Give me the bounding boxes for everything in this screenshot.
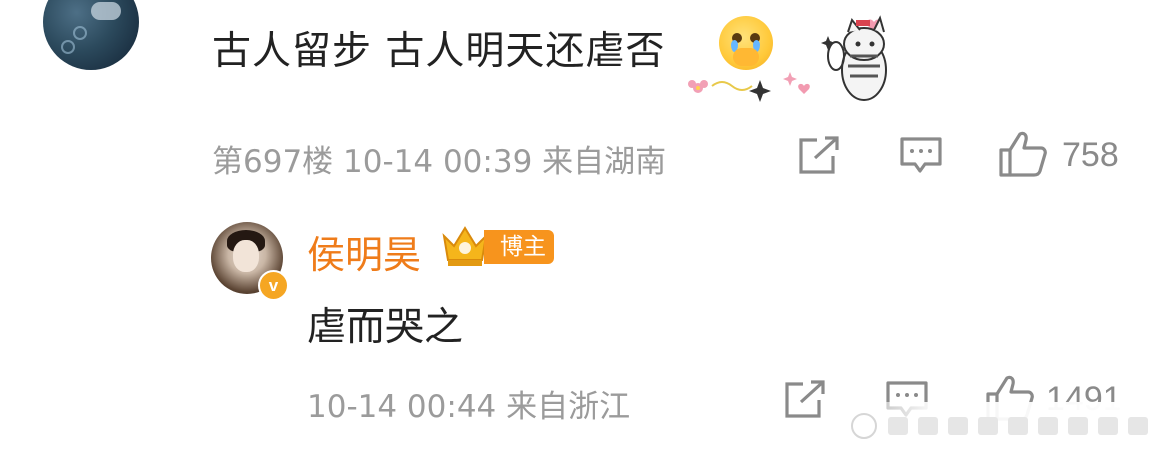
comment-meta: 第697楼 10-14 00:39 来自湖南 bbox=[212, 136, 666, 181]
floor-number: 第697楼 bbox=[212, 144, 334, 180]
reply-meta: 10-14 00:44 来自浙江 bbox=[307, 381, 630, 426]
reply-username[interactable]: 侯明昊 bbox=[307, 224, 421, 279]
comment-time: 10-14 00:39 bbox=[343, 144, 533, 180]
thumbs-up-icon[interactable] bbox=[998, 130, 1048, 178]
commenter-avatar[interactable] bbox=[43, 0, 139, 70]
weibo-comment-thread: 古人留步 古人明天还虐否 第697楼 10-14 00:39 来自湖南 758 … bbox=[0, 0, 1170, 451]
crown-icon bbox=[442, 226, 488, 266]
like-count: 758 bbox=[1062, 136, 1119, 174]
comment-icon[interactable] bbox=[899, 136, 943, 176]
verified-v-icon: v bbox=[258, 270, 289, 301]
reply-text: 虐而哭之 bbox=[307, 305, 464, 350]
watermark-icon bbox=[851, 413, 1148, 439]
reply-location: 来自浙江 bbox=[506, 389, 631, 425]
blogger-badge: 博主 bbox=[484, 230, 554, 264]
cat-sticker bbox=[688, 15, 887, 102]
comment-location: 来自湖南 bbox=[542, 144, 667, 180]
reply-time: 10-14 00:44 bbox=[307, 389, 497, 425]
comment-text: 古人留步 古人明天还虐否 bbox=[212, 29, 666, 74]
share-icon[interactable] bbox=[797, 136, 841, 176]
